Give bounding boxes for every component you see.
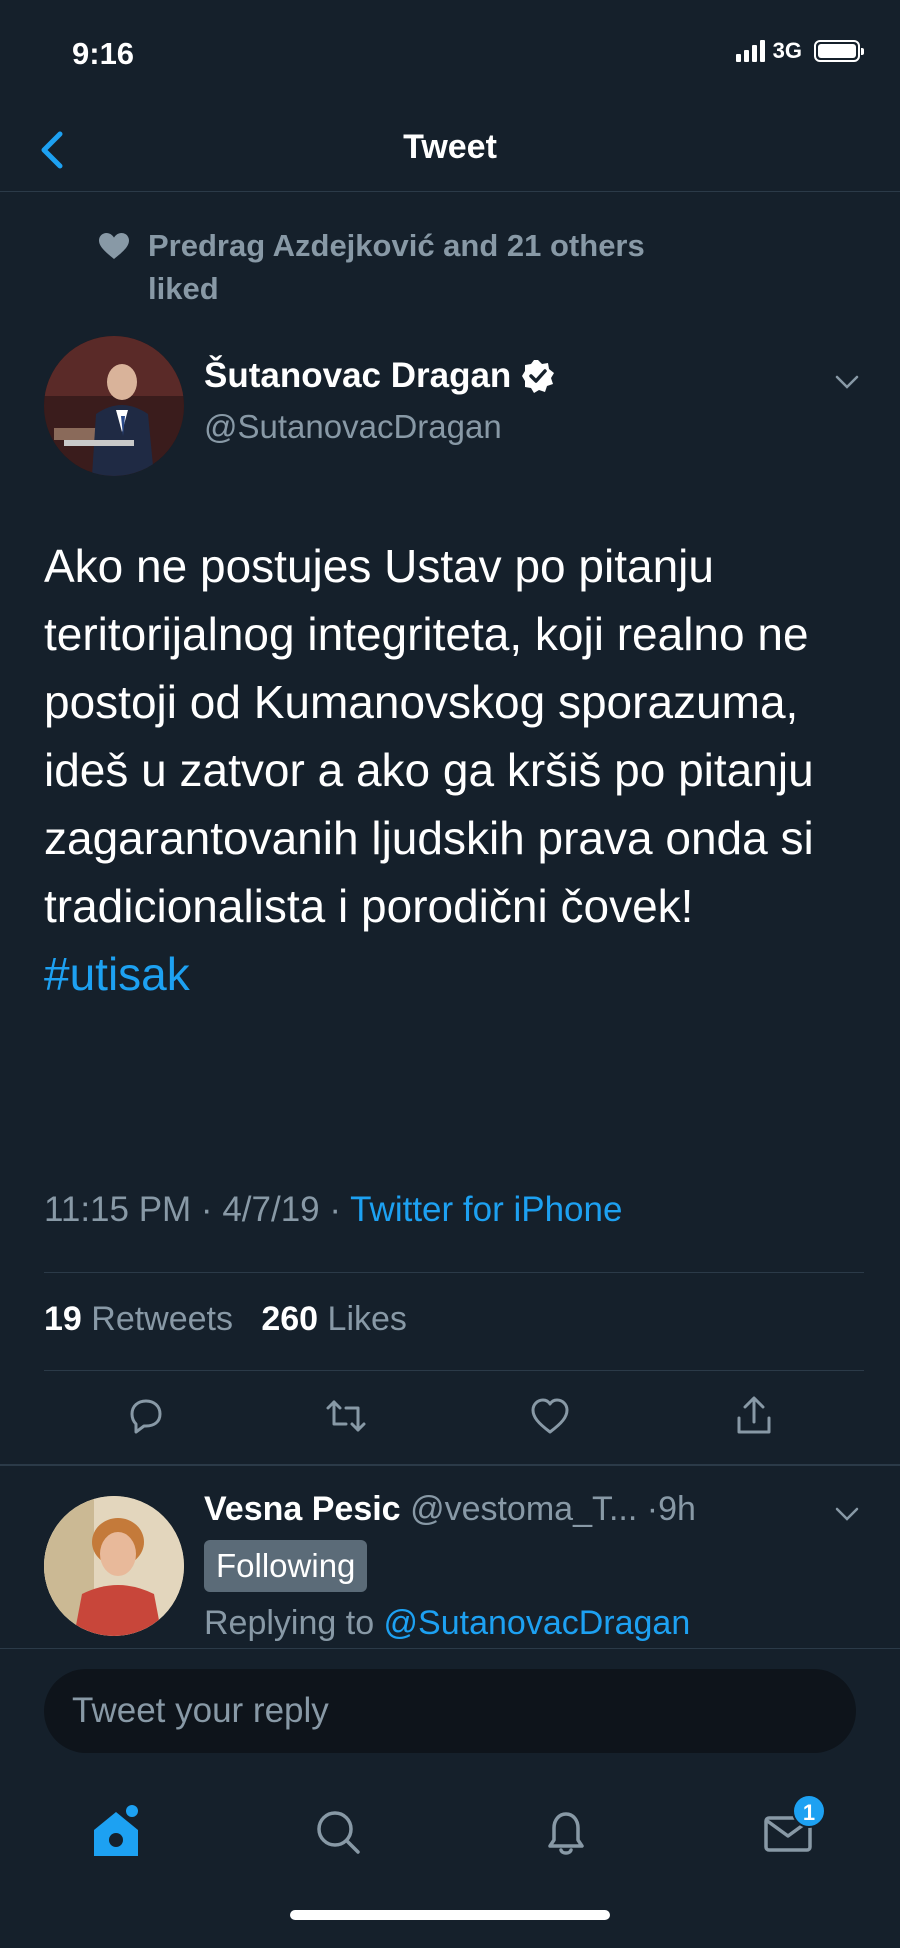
likes-stat[interactable]: 260 Likes (261, 1300, 407, 1338)
verified-icon (522, 360, 555, 393)
reply-input[interactable] (44, 1669, 856, 1753)
tab-search[interactable] (308, 1802, 368, 1862)
reply-author-avatar[interactable] (44, 1496, 184, 1636)
tweet-text: Ako ne postujes Ustav po pitanju teritor… (44, 532, 864, 1008)
retweet-count: 19 (44, 1300, 82, 1338)
search-icon (317, 1811, 360, 1854)
tweet-metadata: 11:15 PM · 4/7/19 · Twitter for iPhone (44, 1190, 622, 1230)
reply-author-name[interactable]: Vesna Pesic (204, 1490, 401, 1528)
reply-author-handle[interactable]: @vestoma_T... (410, 1490, 637, 1528)
like-label: Likes (318, 1300, 407, 1338)
tweet-body: Ako ne postujes Ustav po pitanju teritor… (44, 540, 814, 932)
like-icon[interactable] (528, 1394, 572, 1438)
notification-badge: 1 (792, 1794, 826, 1828)
retweet-label: Retweets (81, 1300, 234, 1338)
heart-icon (99, 233, 129, 259)
tab-messages[interactable]: 1 (758, 1794, 826, 1862)
following-badge: Following (204, 1540, 368, 1592)
network-label: 3G (772, 38, 802, 63)
retweet-icon[interactable] (324, 1394, 368, 1438)
tweet-actions (0, 1390, 900, 1450)
social-context[interactable]: Predrag Azdejković and 21 others liked (99, 224, 708, 310)
reply-icon[interactable] (124, 1394, 168, 1438)
replying-to: Replying to @SutanovacDragan (204, 1604, 690, 1643)
avatar-photo (44, 1496, 184, 1636)
section-divider (0, 1464, 900, 1466)
divider (44, 1272, 864, 1273)
signal-icon (735, 40, 765, 62)
home-indicator[interactable] (290, 1910, 610, 1920)
tweet-source-link[interactable]: Twitter for iPhone (350, 1190, 622, 1229)
author-name[interactable]: Šutanovac Dragan (204, 356, 555, 396)
reply-header: Vesna Pesic @vestoma_T... ·9h (204, 1490, 696, 1529)
tweet-timestamp: 11:15 PM · 4/7/19 · (44, 1190, 351, 1229)
status-bar: 9:16 3G (0, 0, 900, 110)
retweets-stat[interactable]: 19 Retweets (44, 1300, 233, 1338)
nav-bar: Tweet (0, 110, 900, 192)
chevron-down-icon[interactable] (834, 1504, 860, 1524)
status-indicators: 3G (735, 38, 864, 64)
like-count: 260 (261, 1300, 319, 1338)
compose-bar (0, 1648, 900, 1758)
author-handle[interactable]: @SutanovacDragan (204, 408, 502, 446)
chevron-down-icon[interactable] (834, 372, 860, 392)
author-name-text: Šutanovac Dragan (204, 356, 512, 395)
replying-to-link[interactable]: @SutanovacDragan (384, 1604, 691, 1642)
social-context-text: Predrag Azdejković and 21 others liked (148, 228, 645, 306)
status-time: 9:16 (72, 36, 135, 71)
hashtag-link[interactable]: #utisak (44, 940, 864, 1008)
replying-prefix: Replying to (204, 1604, 384, 1642)
share-icon[interactable] (732, 1394, 776, 1438)
home-icon (94, 1805, 138, 1856)
avatar-photo (44, 336, 184, 476)
page-title: Tweet (403, 128, 497, 166)
author-avatar[interactable] (44, 336, 184, 476)
tweet-stats: 19 Retweets 260 Likes (44, 1300, 407, 1339)
battery-icon (814, 40, 864, 62)
divider (44, 1370, 864, 1371)
notifications-icon (548, 1812, 584, 1855)
reply-time: ·9h (646, 1490, 696, 1528)
tab-notifications[interactable] (536, 1802, 596, 1862)
tab-home[interactable] (86, 1802, 146, 1862)
